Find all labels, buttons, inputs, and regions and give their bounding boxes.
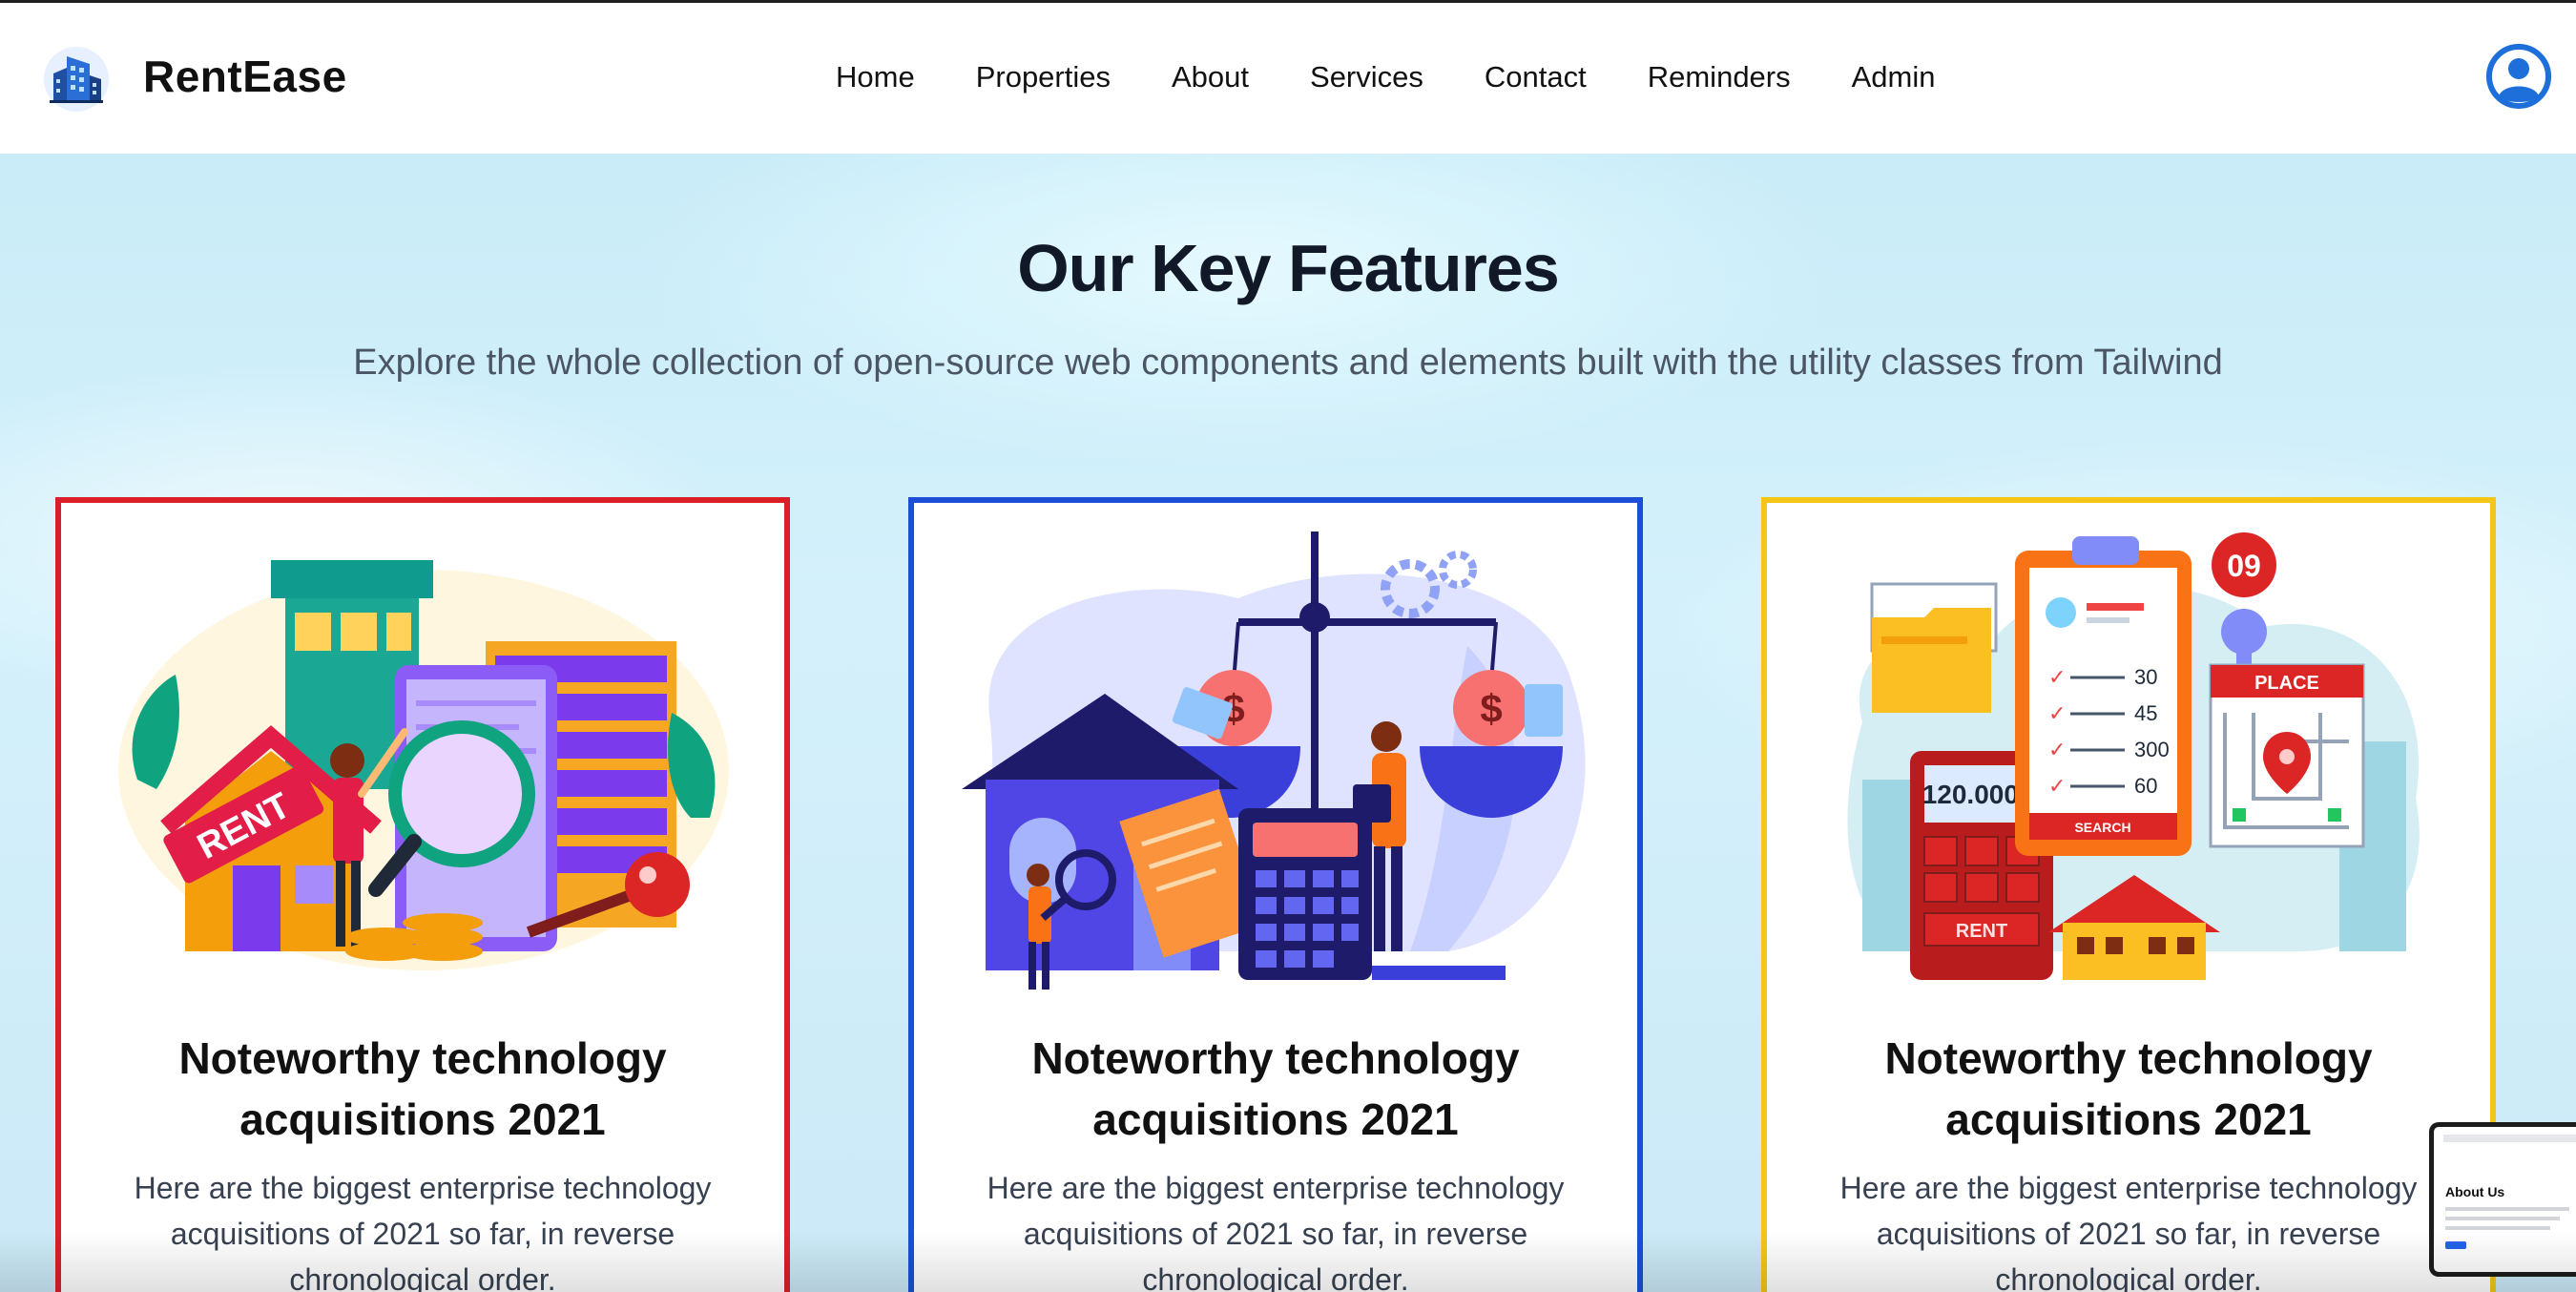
place-label-text: PLACE: [2254, 673, 2319, 694]
svg-text:✓: ✓: [2048, 665, 2066, 689]
card-description: Here are the biggest enterprise technolo…: [134, 1171, 712, 1292]
thumbnail-header-bar: [2443, 1135, 2576, 1142]
building-logo-icon[interactable]: [42, 45, 111, 114]
svg-text:$: $: [1480, 686, 1502, 731]
nav-about[interactable]: About: [1172, 60, 1249, 94]
svg-text:✓: ✓: [2048, 774, 2066, 798]
brand-name[interactable]: RentEase: [143, 51, 347, 102]
site-header: RentEase Home Properties About Services …: [0, 3, 2576, 154]
rent-house-illustration: RENT: [118, 560, 729, 970]
svg-text:✓: ✓: [2048, 738, 2066, 761]
nav-admin[interactable]: Admin: [1852, 60, 1936, 94]
card-title: Noteworthy technology acquisitions 2021: [178, 1033, 667, 1144]
nav-home[interactable]: Home: [836, 60, 915, 94]
feature-card[interactable]: RENT Noteworthy technology acquisitions …: [55, 497, 790, 1292]
card-title: Noteworthy technology acquisitions 2021: [1884, 1033, 2373, 1144]
calc-rent-text: RENT: [1956, 921, 2007, 942]
mortgage-scale-illustration: $ $: [962, 531, 1586, 990]
section-title: Our Key Features: [1017, 231, 1560, 305]
card-description: Here are the biggest enterprise technolo…: [1839, 1171, 2418, 1292]
thumbnail-button: [2445, 1241, 2466, 1249]
nav-contact[interactable]: Contact: [1485, 60, 1587, 94]
user-account-icon[interactable]: [2485, 43, 2552, 110]
thumbnail-title: About Us: [2445, 1184, 2505, 1199]
section-subtitle: Explore the whole collection of open-sou…: [353, 343, 2223, 383]
list-value-3: 300: [2134, 738, 2170, 761]
svg-text:✓: ✓: [2048, 701, 2066, 725]
thumbnail-text-line: [2445, 1226, 2550, 1230]
feature-card[interactable]: 120.000 $ RENT ✓ 30 ✓ 45 ✓ 300 ✓ 60 SEARCH 0…: [1761, 497, 2496, 1292]
thumbnail-text-line: [2445, 1217, 2560, 1220]
thumbnail-text-line: [2445, 1207, 2569, 1211]
property-search-illustration: 120.000 $ RENT ✓ 30 ✓ 45 ✓ 300 ✓ 60 SEARCH 0…: [1847, 532, 2420, 980]
features-section: Our Key Features Explore the whole colle…: [0, 154, 2576, 1292]
list-value-2: 45: [2134, 701, 2157, 725]
nav-services[interactable]: Services: [1310, 60, 1423, 94]
card-title: Noteworthy technology acquisitions 2021: [1031, 1033, 1520, 1144]
card-description: Here are the biggest enterprise technolo…: [987, 1171, 1565, 1292]
nav-reminders[interactable]: Reminders: [1648, 60, 1791, 94]
search-label-text: SEARCH: [2074, 820, 2130, 835]
date-badge-text: 09: [2227, 549, 2261, 583]
nav-properties[interactable]: Properties: [976, 60, 1111, 94]
feature-card[interactable]: $ $ Noteworthy technology acquisitions 2…: [908, 497, 1643, 1292]
main-nav: Home Properties About Services Contact R…: [836, 60, 1997, 94]
list-value-1: 30: [2134, 665, 2157, 689]
list-value-4: 60: [2134, 774, 2157, 798]
page-preview-thumbnail[interactable]: About Us: [2429, 1122, 2576, 1277]
